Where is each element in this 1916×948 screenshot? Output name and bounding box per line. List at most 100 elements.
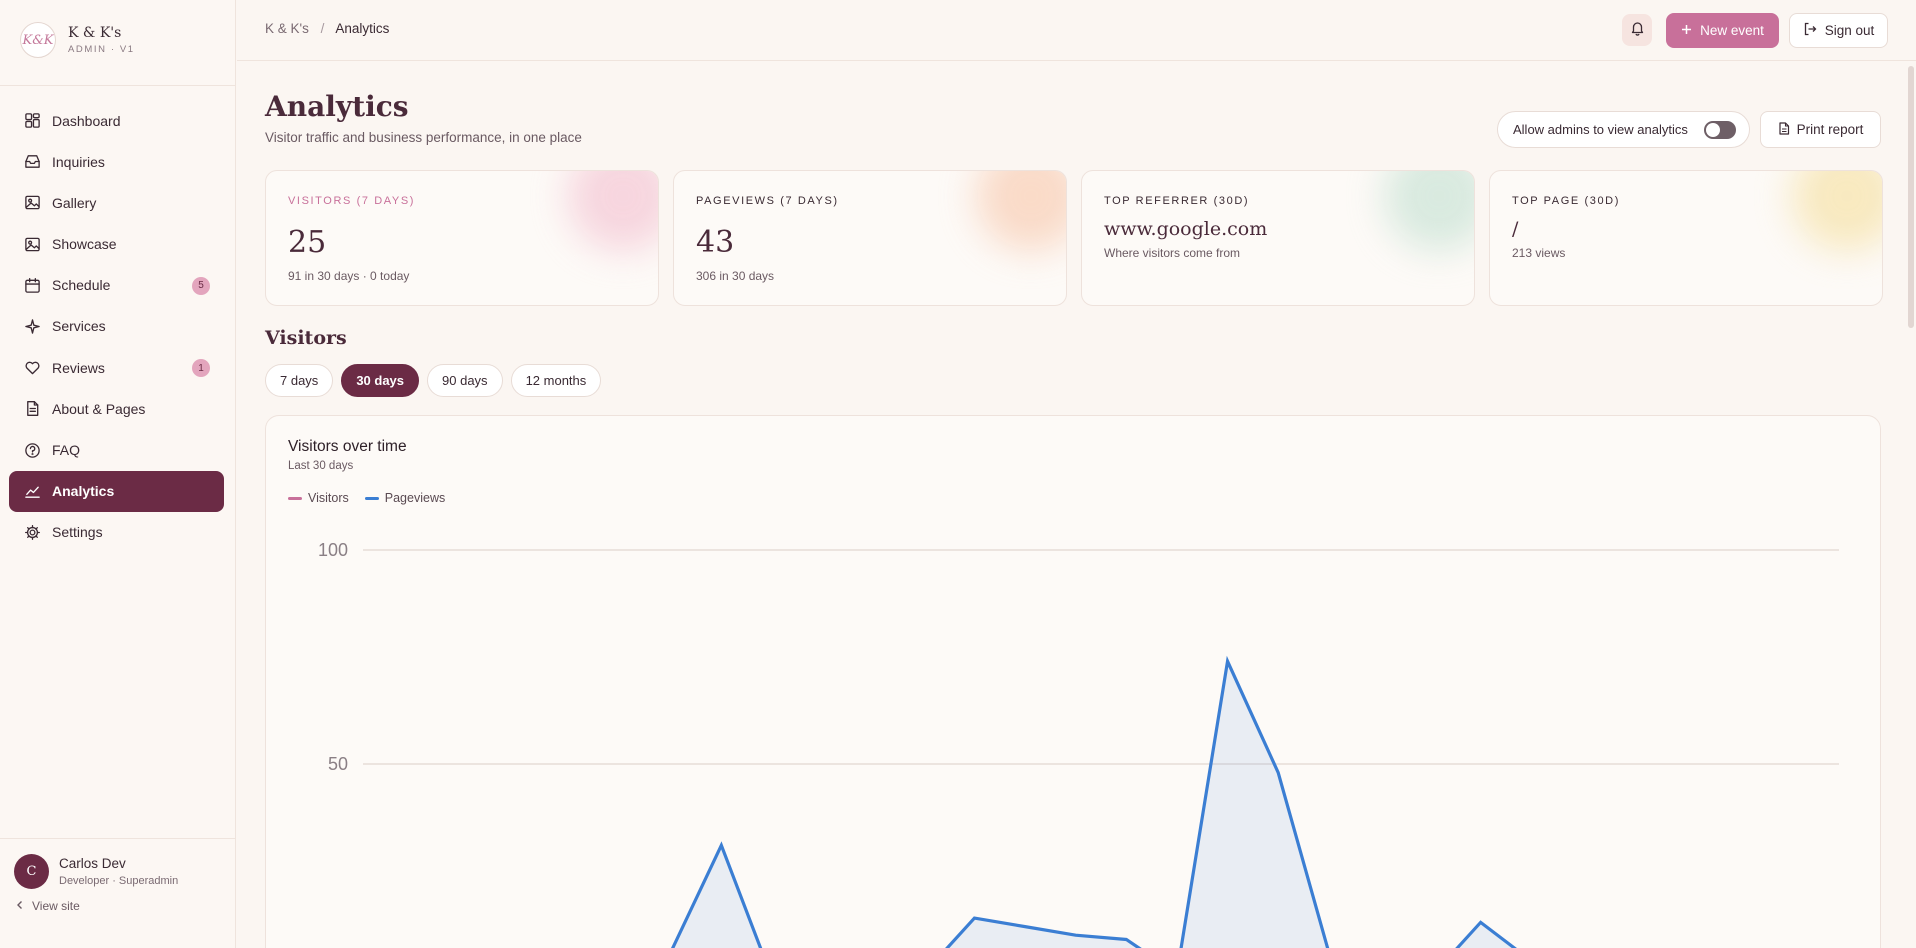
data-point-pageviews[interactable] xyxy=(1019,921,1031,933)
stat-value: / xyxy=(1512,218,1519,240)
sidebar-item-services[interactable]: Services xyxy=(9,306,224,347)
range-button[interactable]: 90 days xyxy=(427,364,503,397)
card-glow xyxy=(568,171,658,251)
admin-analytics-toggle[interactable]: Allow admins to view analytics xyxy=(1497,111,1750,148)
stat-note: 213 views xyxy=(1512,246,1566,260)
sign-out-label: Sign out xyxy=(1824,23,1875,38)
series-line-pageviews xyxy=(670,655,1517,948)
sidebar-divider xyxy=(0,85,236,86)
sidebar-item-label: FAQ xyxy=(52,442,81,458)
page-scrollbar[interactable] xyxy=(1908,66,1914,328)
sidebar-item-faq[interactable]: FAQ xyxy=(9,430,224,471)
sign-out-icon xyxy=(1803,22,1817,39)
range-selector: 7 days 30 days 90 days 12 months xyxy=(265,364,609,397)
card-glow xyxy=(1384,171,1474,251)
sidebar-item-analytics[interactable]: Analytics xyxy=(9,470,224,512)
sidebar-item-label: Dashboard xyxy=(52,112,121,129)
stat-label: VISITORS (7 DAYS) xyxy=(288,195,416,207)
stat-label: TOP PAGE (30D) xyxy=(1512,195,1620,207)
chart-icon xyxy=(23,482,41,500)
sign-out-button[interactable]: Sign out xyxy=(1789,13,1888,48)
stat-note: 91 in 30 days · 0 today xyxy=(288,269,410,283)
stat-card: PAGEVIEWS (7 DAYS) 43 306 in 30 days xyxy=(673,170,1067,306)
sidebar-item-label: Showcase xyxy=(52,236,117,253)
page-subtitle: Visitor traffic and business performance… xyxy=(265,130,582,145)
image-icon xyxy=(23,235,41,253)
document-icon xyxy=(23,400,41,418)
view-site-link[interactable]: View site xyxy=(16,899,80,913)
sidebar-item-schedule[interactable]: Schedule 5 xyxy=(9,265,224,306)
plus-icon xyxy=(1681,23,1692,38)
series-area-pageviews xyxy=(672,661,1515,948)
view-site-label: View site xyxy=(32,899,80,913)
sidebar-item-showcase[interactable]: Showcase xyxy=(9,224,224,265)
sidebar-item-label: Gallery xyxy=(52,194,97,211)
toggle-switch[interactable] xyxy=(1704,121,1736,139)
bell-icon xyxy=(1630,20,1645,41)
visitors-chart-card: Visitors over time Last 30 days Visitors… xyxy=(265,415,1881,948)
count-badge: 5 xyxy=(192,276,210,295)
new-event-button[interactable]: New event xyxy=(1666,13,1779,48)
stat-card: VISITORS (7 DAYS) 25 91 in 30 days · 0 tod… xyxy=(265,170,659,306)
print-report-label: Print report xyxy=(1796,122,1864,137)
user-divider xyxy=(0,838,236,839)
range-button[interactable]: 12 months xyxy=(510,364,602,397)
breadcrumb: K & K's / Analytics xyxy=(265,21,389,36)
sidebar-item-gallery[interactable]: Gallery xyxy=(9,182,224,223)
range-button[interactable]: 7 days xyxy=(265,364,334,397)
breadcrumb-root[interactable]: K & K's xyxy=(265,21,309,36)
data-point-pageviews[interactable] xyxy=(1070,929,1082,941)
visitors-chart: 100 50 xyxy=(318,540,1839,948)
data-point-pageviews[interactable] xyxy=(1120,933,1132,945)
toggle-knob xyxy=(1706,123,1720,137)
sidebar-item-label: Settings xyxy=(52,524,103,541)
card-glow xyxy=(1792,171,1882,251)
brand-subtitle: ADMIN · V1 xyxy=(68,44,135,55)
y-tick-label: 100 xyxy=(318,540,348,560)
brand-name: K & K's xyxy=(68,25,122,41)
stat-label: TOP REFERRER (30D) xyxy=(1104,195,1250,207)
stat-card: TOP REFERRER (30D) www.google.com Where vi… xyxy=(1081,170,1475,306)
sparkle-icon xyxy=(23,317,41,335)
document-icon xyxy=(1778,121,1790,138)
brand-logo: K&K xyxy=(20,22,56,58)
image-icon xyxy=(23,194,41,212)
data-point-pageviews[interactable] xyxy=(1475,916,1487,928)
calendar-icon xyxy=(23,276,41,294)
sidebar-item-inquiries[interactable]: Inquiries xyxy=(9,141,224,182)
stat-note: 306 in 30 days xyxy=(696,269,775,283)
brand[interactable]: K&K K & K's ADMIN · V1 xyxy=(20,22,135,58)
sidebar-item-about-pages[interactable]: About & Pages xyxy=(9,388,224,429)
breadcrumb-separator: / xyxy=(320,21,325,36)
brand-text: K & K's ADMIN · V1 xyxy=(68,25,135,55)
breadcrumb-current: Analytics xyxy=(335,21,390,36)
count-badge: 1 xyxy=(192,359,210,378)
data-point-pageviews[interactable] xyxy=(1272,767,1284,779)
stat-value: www.google.com xyxy=(1104,218,1268,240)
sidebar-item-dashboard[interactable]: Dashboard xyxy=(9,100,224,141)
user-name: Carlos Dev xyxy=(59,856,126,871)
visitors-heading: Visitors xyxy=(265,327,347,349)
data-point-pageviews[interactable] xyxy=(968,912,980,924)
inbox-icon xyxy=(23,153,41,171)
print-report-button[interactable]: Print report xyxy=(1760,111,1881,148)
new-event-label: New event xyxy=(1700,23,1764,38)
data-point-pageviews[interactable] xyxy=(715,839,727,851)
sidebar: K&K K & K's ADMIN · V1 Dashboard Inquirie… xyxy=(0,0,236,948)
stat-value: 43 xyxy=(696,225,735,260)
stat-value: 25 xyxy=(288,225,327,260)
stat-card: TOP PAGE (30D) / 213 views xyxy=(1489,170,1883,306)
notifications-button[interactable] xyxy=(1622,14,1652,46)
sidebar-item-label: Reviews xyxy=(52,359,105,376)
sidebar-item-settings[interactable]: Settings xyxy=(9,512,224,553)
sidebar-item-reviews[interactable]: Reviews 1 xyxy=(9,347,224,388)
page-title: Analytics xyxy=(265,90,409,123)
sidebar-item-label: Schedule xyxy=(52,277,111,294)
data-point-pageviews[interactable] xyxy=(1222,655,1234,667)
user-card[interactable]: C Carlos Dev Developer · Superadmin xyxy=(14,854,178,889)
sidebar-item-label: Analytics xyxy=(52,483,115,500)
avatar: C xyxy=(14,854,49,889)
range-button[interactable]: 30 days xyxy=(341,364,420,397)
user-info: Carlos Dev Developer · Superadmin xyxy=(59,856,178,887)
help-icon xyxy=(23,441,41,459)
